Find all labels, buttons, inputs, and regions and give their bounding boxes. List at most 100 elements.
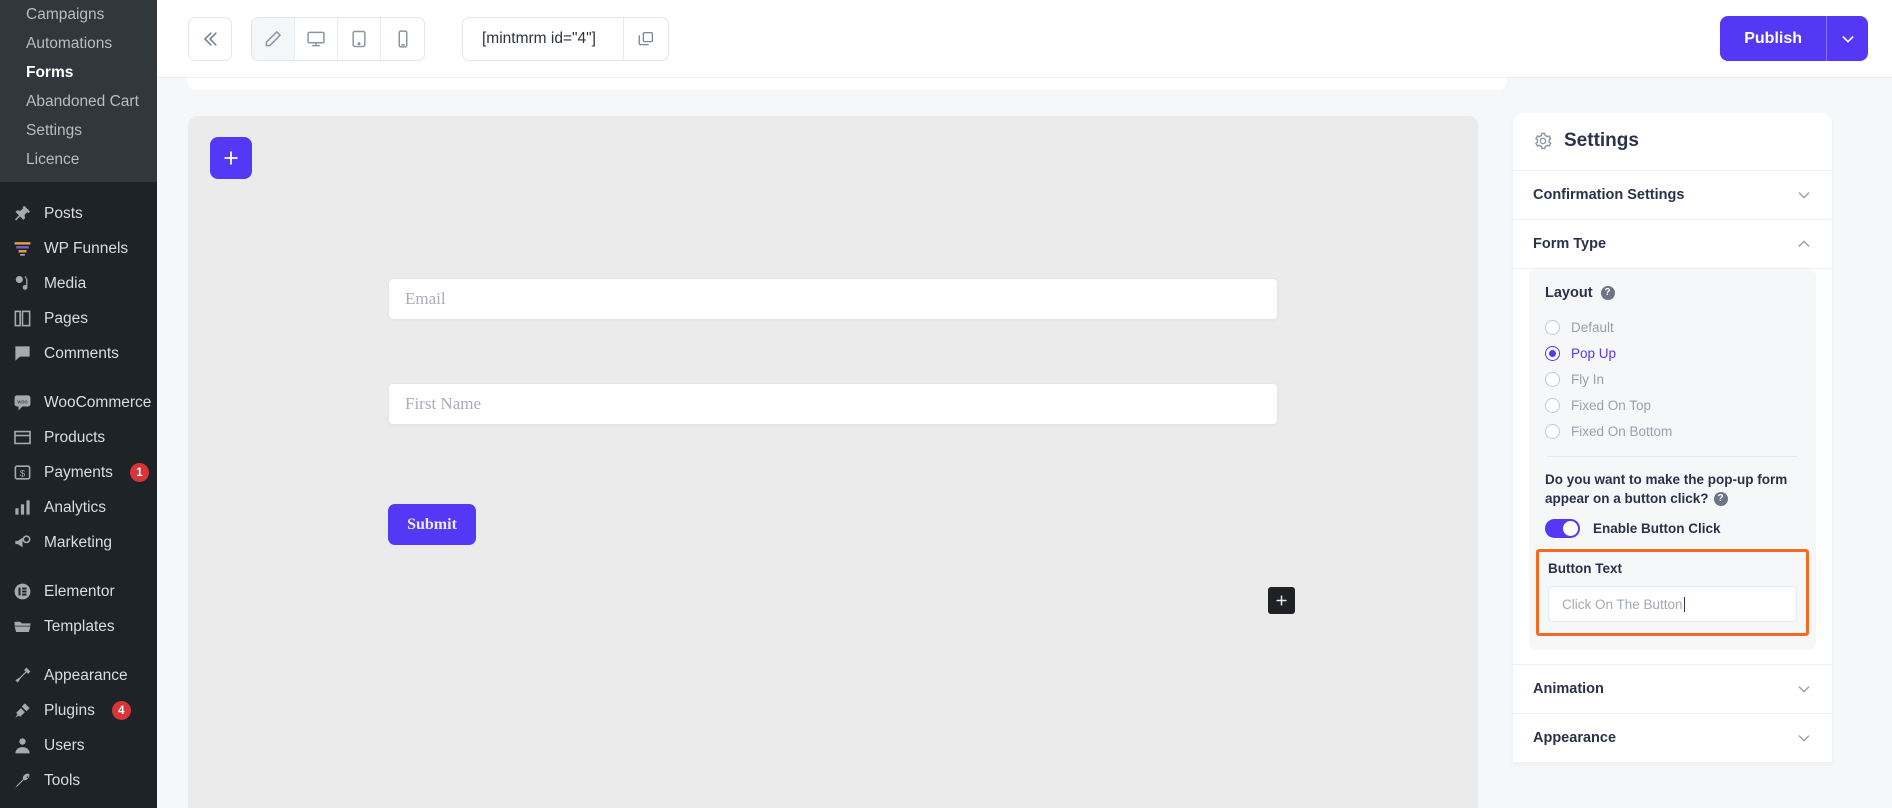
section-divider (1547, 456, 1798, 457)
sidebar-item-plugins[interactable]: Plugins 4 (0, 693, 157, 728)
wp-admin-sidebar: Campaigns Automations Forms Abandoned Ca… (0, 0, 157, 808)
sidebar-item-licence[interactable]: Licence (0, 145, 157, 174)
plus-icon (1274, 593, 1289, 608)
sidebar-item-automations[interactable]: Automations (0, 29, 157, 58)
first-name-field[interactable]: First Name (388, 383, 1278, 425)
sidebar-item-wp-funnels[interactable]: WP Funnels (0, 231, 157, 266)
sidebar-label: Appearance (44, 666, 128, 684)
funnel-icon (12, 238, 33, 259)
builder-toolbar: [mintmrm id="4"] Publish (157, 0, 1892, 78)
question-icon[interactable]: ? (1713, 492, 1728, 507)
email-field-placeholder: Email (405, 289, 446, 308)
accordion-appearance[interactable]: Appearance (1513, 714, 1832, 764)
sidebar-label: Media (44, 274, 87, 292)
svg-text:woo: woo (16, 399, 27, 405)
accordion-label: Animation (1533, 681, 1604, 698)
builder-main: Email First Name Submit Settings Confirm… (157, 78, 1892, 808)
chevron-down-icon (1796, 730, 1812, 746)
enable-button-click-toggle[interactable] (1545, 519, 1580, 539)
tools-icon (12, 770, 33, 791)
plugin-submenu: Campaigns Automations Forms Abandoned Ca… (0, 0, 157, 182)
layout-option-label: Fixed On Top (1571, 397, 1652, 413)
sidebar-item-pages[interactable]: Pages (0, 301, 157, 336)
tablet-icon (349, 29, 369, 49)
accordion-form-type[interactable]: Form Type (1513, 220, 1832, 269)
collapse-sidebar-button[interactable] (188, 16, 232, 61)
menu-gap (0, 371, 157, 385)
publish-dropdown-button[interactable] (1826, 16, 1868, 61)
layout-option-label: Default (1571, 319, 1614, 335)
question-icon[interactable]: ? (1600, 286, 1615, 300)
sidebar-label: Marketing (44, 533, 113, 551)
shortcode-value[interactable]: [mintmrm id="4"] (463, 18, 623, 60)
copy-icon (637, 30, 655, 48)
accordion-label: Appearance (1533, 730, 1617, 747)
templates-icon (12, 616, 33, 637)
gear-icon (1533, 131, 1553, 151)
add-block-bottom-button[interactable] (1268, 587, 1295, 614)
button-text-input[interactable]: Click On The Button (1548, 586, 1797, 623)
email-field[interactable]: Email (388, 278, 1278, 320)
mobile-preview-button[interactable] (381, 18, 424, 60)
layout-option-fly-in[interactable]: Fly In (1545, 366, 1800, 392)
enable-button-click-row[interactable]: Enable Button Click (1545, 519, 1800, 539)
sidebar-label: Analytics (44, 498, 107, 516)
desktop-preview-button[interactable] (295, 17, 338, 60)
layout-option-fixed-on-bottom[interactable]: Fixed On Bottom (1545, 418, 1800, 444)
tablet-preview-button[interactable] (338, 17, 381, 60)
sidebar-item-analytics[interactable]: Analytics (0, 490, 157, 525)
sidebar-label: Pages (44, 309, 88, 327)
sidebar-label: Abandoned Cart (26, 92, 139, 110)
copy-shortcode-button[interactable] (623, 17, 668, 60)
sidebar-label: WooCommerce (44, 393, 152, 411)
sidebar-item-media[interactable]: Media (0, 266, 157, 301)
layout-option-default[interactable]: Default (1545, 314, 1800, 340)
sidebar-item-campaigns[interactable]: Campaigns (0, 0, 157, 29)
button-text-label: Button Text (1548, 561, 1622, 577)
layout-option-pop-up[interactable]: Pop Up (1545, 340, 1800, 366)
pages-icon (12, 308, 33, 329)
sidebar-item-woocommerce[interactable]: woo WooCommerce (0, 385, 157, 420)
edit-mode-button[interactable] (252, 17, 295, 60)
woocommerce-icon: woo (12, 392, 33, 413)
menu-gap (0, 644, 157, 658)
form-card-peek (187, 78, 1507, 90)
sidebar-item-users[interactable]: Users (0, 728, 157, 763)
payments-badge: 1 (129, 463, 149, 482)
publish-group: Publish (1720, 16, 1868, 61)
mobile-icon (393, 29, 413, 49)
layout-option-label: Fixed On Bottom (1571, 423, 1673, 439)
plugins-icon (12, 700, 33, 721)
form-type-body: Layout ? Default Pop Up Fly In Fixed On … (1513, 269, 1832, 666)
first-name-field-placeholder: First Name (405, 394, 482, 413)
radio-icon (1545, 371, 1560, 387)
sidebar-item-comments[interactable]: Comments (0, 336, 157, 371)
sidebar-item-elementor[interactable]: Elementor (0, 574, 157, 609)
menu-gap (0, 560, 157, 574)
button-text-highlight-block: Button Text Click On The Button (1536, 549, 1809, 637)
layout-option-fixed-on-top[interactable]: Fixed On Top (1545, 392, 1800, 418)
accordion-animation[interactable]: Animation (1513, 665, 1832, 715)
publish-button[interactable]: Publish (1720, 16, 1826, 61)
sidebar-item-settings[interactable]: Settings (0, 116, 157, 145)
sidebar-item-abandoned-cart[interactable]: Abandoned Cart (0, 87, 157, 116)
form-builder-screen: Campaigns Automations Forms Abandoned Ca… (0, 0, 1892, 808)
form-canvas[interactable]: Email First Name Submit (188, 116, 1478, 808)
sidebar-item-tools[interactable]: Tools (0, 763, 157, 798)
sidebar-label: Licence (26, 150, 80, 168)
submit-button[interactable]: Submit (388, 504, 476, 545)
sidebar-item-payments[interactable]: $ Payments 1 (0, 455, 157, 490)
accordion-confirmation-settings[interactable]: Confirmation Settings (1513, 171, 1832, 220)
elementor-icon (12, 581, 33, 602)
sidebar-item-products[interactable]: Products (0, 420, 157, 455)
sidebar-item-templates[interactable]: Templates (0, 609, 157, 644)
sidebar-item-posts[interactable]: Posts (0, 196, 157, 231)
sidebar-item-marketing[interactable]: Marketing (0, 525, 157, 560)
sidebar-item-forms[interactable]: Forms (0, 58, 157, 87)
add-block-top-button[interactable] (210, 137, 252, 179)
chevron-down-icon (1840, 31, 1856, 47)
text-cursor (1683, 596, 1685, 612)
sidebar-label: Payments (44, 463, 113, 481)
sidebar-item-appearance[interactable]: Appearance (0, 658, 157, 693)
sidebar-item-settings-wp[interactable]: Settings (0, 798, 157, 808)
